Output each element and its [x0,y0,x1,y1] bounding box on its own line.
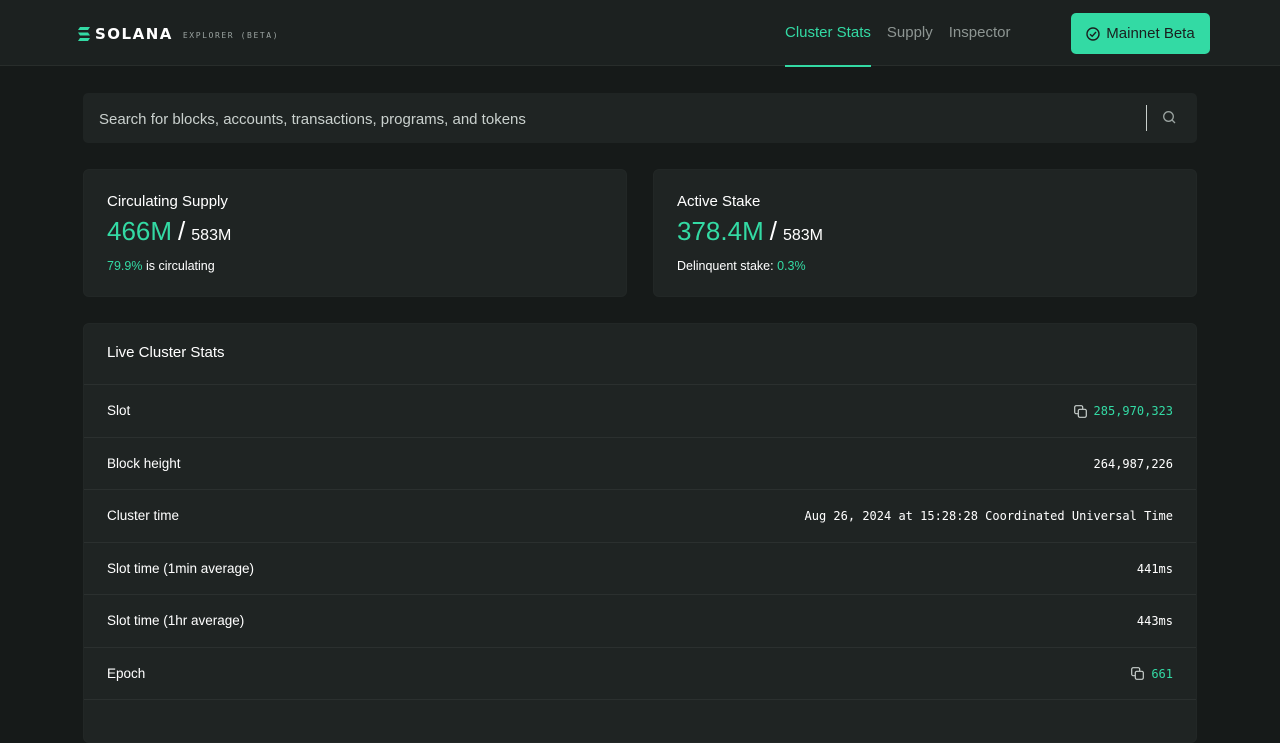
total-supply-value: 583M [191,227,232,244]
nav-inspector[interactable]: Inspector [949,0,1011,66]
delinquent-stake-line: Delinquent stake: 0.3% [677,259,806,273]
circulating-supply-figures: 466M / 583M [107,216,231,247]
main-nav: Cluster Stats Supply Inspector [785,0,1026,67]
epoch-link[interactable]: 661 [1151,648,1173,700]
cluster-select-button[interactable]: Mainnet Beta [1071,13,1210,54]
delinquent-stake-label: Delinquent stake: [677,259,774,273]
live-cluster-stats-title: Live Cluster Stats [84,324,1196,385]
circulating-percent: 79.9% [107,259,143,273]
solana-logo[interactable]: SOLANA EXPLORER (BETA) [78,25,279,43]
brand-subtitle: EXPLORER (BETA) [182,30,280,40]
supply-slash: / [178,216,186,246]
nav-cluster-stats[interactable]: Cluster Stats [785,0,871,67]
stat-row-slot: Slot 285,970,323 [84,385,1196,438]
stat-value: 285,970,323 [1073,385,1173,437]
stat-row-slot-time-1hr: Slot time (1hr average) 443ms [84,595,1196,648]
stat-row-epoch: Epoch 661 [84,648,1196,700]
nav-supply[interactable]: Supply [887,0,933,66]
top-navbar: SOLANA EXPLORER (BETA) Cluster Stats Sup… [0,0,1280,67]
search-input[interactable] [97,93,1141,145]
stake-slash: / [769,216,777,246]
active-stake-title: Active Stake [677,193,761,210]
check-circle-icon [1086,26,1100,41]
search-icon[interactable] [1162,110,1177,125]
search-bar [83,93,1197,145]
stat-label: Cluster time [107,508,180,523]
cluster-button-label: Mainnet Beta [1106,25,1195,42]
slot-link[interactable]: 285,970,323 [1094,385,1173,437]
circulating-supply-title: Circulating Supply [107,193,228,210]
active-stake-card: Active Stake 378.4M / 583M Delinquent st… [653,169,1197,297]
active-stake-figures: 378.4M / 583M [677,216,823,247]
stat-value: 264,987,226 [1093,456,1173,471]
stat-label: Epoch [107,665,146,681]
circulating-suffix: is circulating [145,259,215,273]
brand-name: SOLANA [95,25,173,43]
stat-row-block-height: Block height 264,987,226 [84,438,1196,490]
delinquent-stake-percent: 0.3% [777,259,806,273]
stat-value: 441ms [1136,561,1173,576]
active-stake-value: 378.4M [677,216,764,246]
stat-label: Slot [107,403,131,418]
stat-row-cluster-time: Cluster time Aug 26, 2024 at 15:28:28 Co… [84,490,1196,543]
stat-value: 443ms [1136,614,1173,628]
circulating-supply-card: Circulating Supply 466M / 583M 79.9% is … [83,169,627,297]
stat-value: Aug 26, 2024 at 15:28:28 Coordinated Uni… [804,509,1173,523]
stat-label: Slot time (1hr average) [107,613,245,628]
circulating-percent-line: 79.9% is circulating [107,259,215,273]
stat-label: Block height [107,455,181,471]
copy-icon[interactable] [1073,404,1087,418]
stake-total-value: 583M [782,227,823,244]
copy-icon[interactable] [1131,667,1145,680]
solana-logo-icon [78,27,90,41]
live-cluster-stats-card: Live Cluster Stats Slot 285,970,323 Bloc… [83,323,1197,743]
stat-value: 661 [1131,648,1173,700]
stat-row-slot-time-1min: Slot time (1min average) 441ms [84,543,1196,595]
search-divider [1146,105,1147,131]
circulating-supply-value: 466M [107,216,173,246]
stat-label: Slot time (1min average) [107,560,255,576]
